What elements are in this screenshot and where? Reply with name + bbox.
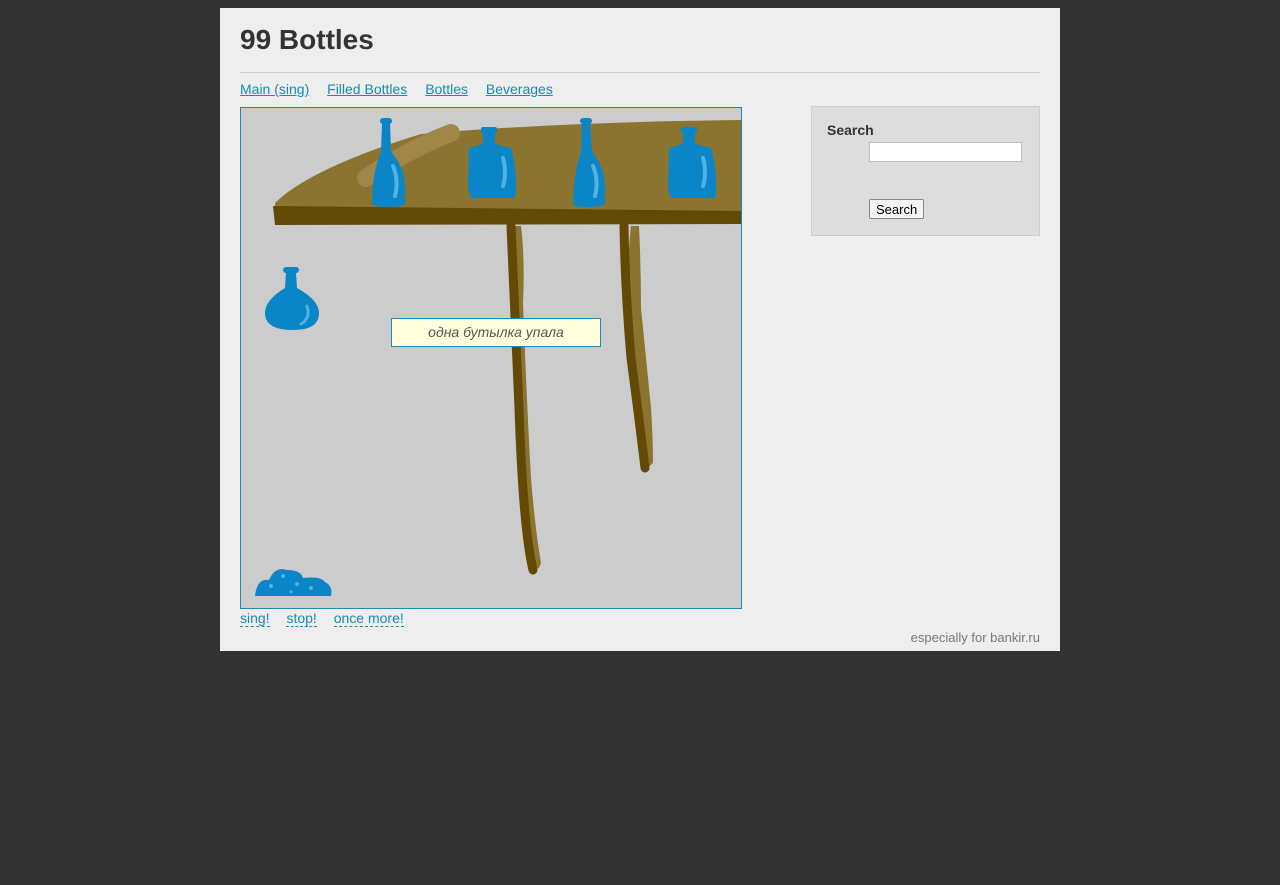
falling-bottle — [265, 267, 319, 330]
nav-beverages[interactable]: Beverages — [486, 81, 553, 97]
nav-main-sing[interactable]: Main (sing) — [240, 81, 309, 97]
search-title: Search — [827, 122, 874, 138]
stop-button[interactable]: stop! — [286, 610, 317, 627]
search-button[interactable]: Search — [869, 199, 925, 219]
footer-credit: especially for bankir.ru — [910, 630, 1040, 645]
song-message: одна бутылка упала — [391, 318, 601, 347]
animation-stage: одна бутылка упала — [240, 107, 742, 609]
nav-filled-bottles[interactable]: Filled Bottles — [327, 81, 407, 97]
header-divider — [240, 72, 1040, 73]
once-more-button[interactable]: once more! — [333, 610, 404, 627]
search-panel: Search Search — [811, 106, 1040, 236]
animation-controls: sing! stop! once more! — [240, 610, 417, 627]
main-nav: Main (sing) Filled Bottles Bottles Bever… — [240, 81, 567, 97]
nav-bottles[interactable]: Bottles — [425, 81, 468, 97]
sing-button[interactable]: sing! — [240, 610, 270, 627]
search-input[interactable] — [869, 142, 1022, 162]
page-title: 99 Bottles — [240, 24, 374, 55]
broken-bottle-shards — [255, 569, 332, 596]
shelf-scene — [255, 118, 741, 596]
page-container: 99 Bottles Main (sing) Filled Bottles Bo… — [220, 8, 1060, 651]
